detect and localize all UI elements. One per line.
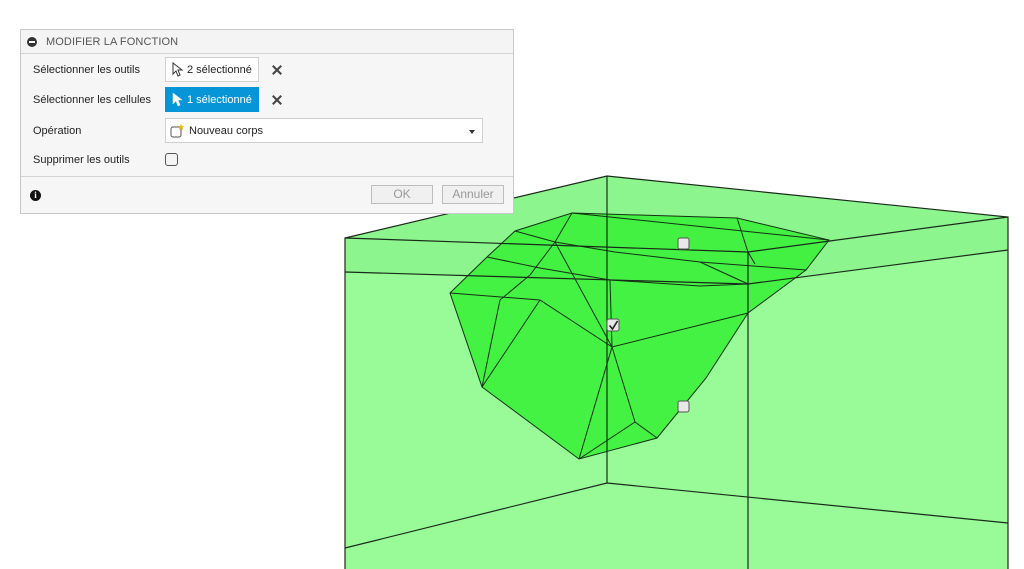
select-cells-button[interactable]: 1 sélectionné: [165, 87, 259, 112]
cell-handle-side[interactable]: [677, 400, 690, 413]
operation-dropdown[interactable]: Nouveau corps: [165, 118, 483, 143]
operation-value: Nouveau corps: [189, 124, 263, 137]
remove-tools-checkbox[interactable]: [165, 153, 178, 166]
select-tools-label: Sélectionner les outils: [33, 63, 141, 76]
cancel-button[interactable]: Annuler: [442, 185, 504, 204]
modify-feature-dialog: MODIFIER LA FONCTION Sélectionner les ou…: [20, 29, 514, 214]
ok-button[interactable]: OK: [371, 185, 433, 204]
row-select-cells: Sélectionner les cellules 1 sélectionné: [33, 87, 282, 112]
collapse-icon[interactable]: [27, 36, 37, 47]
chevron-down-icon: [469, 130, 475, 134]
cursor-icon: [172, 92, 183, 107]
select-cells-value: 1 sélectionné: [187, 93, 252, 106]
clear-tools-icon[interactable]: [272, 65, 282, 75]
select-cells-label: Sélectionner les cellules: [33, 93, 152, 106]
clear-cells-icon[interactable]: [272, 95, 282, 105]
operation-label: Opération: [33, 124, 82, 137]
select-tools-value: 2 sélectionné: [187, 63, 252, 76]
dialog-header[interactable]: MODIFIER LA FONCTION: [21, 30, 513, 54]
row-select-tools: Sélectionner les outils 2 sélectionné: [33, 57, 282, 82]
info-icon[interactable]: i: [30, 190, 41, 201]
cell-handle-top[interactable]: [677, 237, 690, 250]
new-body-icon: [170, 123, 184, 137]
dialog-title: MODIFIER LA FONCTION: [46, 35, 179, 48]
row-remove-tools: Supprimer les outils: [33, 153, 178, 166]
cursor-icon: [172, 62, 184, 77]
select-tools-button[interactable]: 2 sélectionné: [165, 57, 259, 82]
remove-tools-label: Supprimer les outils: [33, 153, 130, 166]
row-operation: Opération Nouveau corps: [33, 118, 483, 143]
dialog-footer: i OK Annuler: [21, 176, 513, 213]
